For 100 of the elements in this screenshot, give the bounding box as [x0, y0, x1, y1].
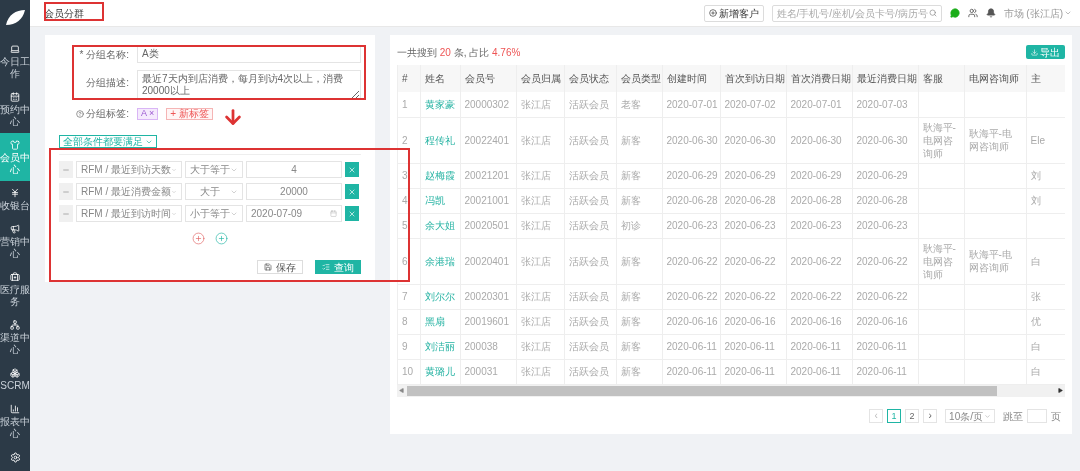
member-name-link[interactable]: 赵梅霞 — [420, 163, 460, 188]
table-cell: 5 — [398, 213, 420, 238]
sidebar-item[interactable]: SCRM — [0, 361, 30, 397]
new-customer-button[interactable]: 新增客户 — [703, 4, 764, 22]
scroll-left-icon[interactable] — [399, 388, 404, 393]
query-button[interactable]: 查询 — [315, 260, 361, 274]
delete-button[interactable] — [345, 162, 359, 177]
sidebar-item[interactable]: 预约中心 — [0, 85, 30, 133]
sidebar-item[interactable]: 今日工作 — [0, 37, 30, 85]
nav-label: 预约中心 — [0, 104, 30, 128]
table-cell: 2020-06-29 — [786, 163, 852, 188]
download-icon — [1031, 48, 1038, 56]
table-cell: 张江店 — [516, 309, 564, 334]
member-name-link[interactable]: 冯凯 — [420, 188, 460, 213]
page-button[interactable]: 1 — [887, 409, 902, 423]
scrollbar-thumb[interactable] — [407, 385, 997, 396]
match-mode-dropdown[interactable]: 全部条件都要满足 — [59, 135, 157, 148]
export-button[interactable]: 导出 — [1026, 45, 1065, 59]
date-field[interactable]: 2020-07-09 — [246, 205, 342, 222]
table-cell: 新客 — [616, 238, 662, 284]
table-cell: 20022401 — [460, 117, 516, 163]
table-cell: 活跃会员 — [564, 117, 616, 163]
close-icon — [348, 165, 356, 174]
people-icon[interactable] — [967, 8, 978, 18]
nav-icon — [10, 368, 20, 378]
table-cell: 白 — [1026, 359, 1065, 384]
table-cell: 活跃会员 — [564, 309, 616, 334]
table-cell: 活跃会员 — [564, 92, 616, 117]
page-button[interactable]: 2 — [905, 409, 920, 423]
add-group-icon[interactable] — [215, 232, 228, 245]
sidebar-item[interactable]: 报表中心 — [0, 397, 30, 445]
table-cell: 2020-06-16 — [662, 309, 720, 334]
table-cell: 8 — [398, 309, 420, 334]
table-cell: 活跃会员 — [564, 359, 616, 384]
table-cell: 2020-06-11 — [852, 359, 918, 384]
member-name-link[interactable]: 程传礼 — [420, 117, 460, 163]
table-cell: 白 — [1026, 334, 1065, 359]
table-cell: 2020-06-16 — [720, 309, 786, 334]
table-cell: 2020-06-23 — [852, 213, 918, 238]
chat-icon[interactable] — [949, 8, 960, 18]
table-cell: 2020-06-22 — [852, 284, 918, 309]
tag-remove[interactable]: × — [149, 106, 155, 121]
caret-icon — [1064, 9, 1072, 17]
page-input[interactable] — [1027, 409, 1047, 423]
table-cell: 耿海平-电网咨询师 — [918, 238, 964, 284]
column-header: 电网咨询师 — [964, 65, 1026, 92]
table-cell: 200038 — [460, 334, 516, 359]
delete-button[interactable] — [345, 184, 359, 199]
member-name-link[interactable]: 余大姐 — [420, 213, 460, 238]
sidebar-item[interactable]: 渠道中心 — [0, 313, 30, 361]
user-menu[interactable]: 市场 (张江店) — [1003, 5, 1072, 21]
remove-condition-button[interactable] — [59, 205, 73, 222]
select-field[interactable]: 大于 — [185, 183, 243, 200]
settings-icon[interactable] — [9, 452, 21, 463]
add-tag-button[interactable]: + 新标签 — [166, 107, 213, 120]
member-name-link[interactable]: 黄璐儿 — [420, 359, 460, 384]
previous-page-button[interactable]: ‹ — [869, 409, 884, 423]
page-size-select[interactable]: 10条/页 — [945, 409, 995, 423]
select-field[interactable]: RFM / 最近到访时间 — [76, 205, 182, 222]
table-cell: 9 — [398, 334, 420, 359]
remove-condition-button[interactable] — [59, 183, 73, 200]
sidebar-item[interactable]: 医疗服务 — [0, 265, 30, 313]
next-page-button[interactable]: › — [923, 409, 938, 423]
table-cell: 新客 — [616, 117, 662, 163]
add-condition-icon[interactable] — [192, 232, 205, 245]
member-name-link[interactable]: 刘洁丽 — [420, 334, 460, 359]
member-name-link[interactable]: 刘尔尔 — [420, 284, 460, 309]
sidebar-item[interactable]: 收银台 — [0, 181, 30, 217]
table-cell: 2020-06-30 — [786, 117, 852, 163]
sidebar-item[interactable]: 营销中心 — [0, 217, 30, 265]
table-cell: 2020-06-22 — [662, 284, 720, 309]
table-cell: 20021001 — [460, 188, 516, 213]
column-header: 最近消费日期 — [852, 65, 918, 92]
table-cell: 2020-06-22 — [852, 238, 918, 284]
sidebar-item[interactable]: 会员中心 — [0, 133, 30, 181]
tag[interactable]: A × — [137, 107, 159, 120]
bell-icon[interactable] — [985, 8, 996, 18]
name-input[interactable]: A类 — [137, 45, 361, 63]
search-field[interactable]: 姓名/手机号/座机/会员卡号/病历号 — [771, 4, 942, 22]
select-field[interactable]: RFM / 最近消费金额 — [76, 183, 182, 200]
delete-button[interactable] — [345, 206, 359, 221]
table-cell: 活跃会员 — [564, 238, 616, 284]
scroll-right-icon[interactable] — [1058, 388, 1063, 393]
value-field[interactable]: 4 — [246, 161, 342, 178]
member-name-link[interactable]: 黑扇 — [420, 309, 460, 334]
table-cell: 活跃会员 — [564, 213, 616, 238]
close-icon — [348, 187, 356, 196]
select-field[interactable]: 大于等于 — [185, 161, 243, 178]
select-field[interactable]: 小于等于 — [185, 205, 243, 222]
select-field[interactable]: RFM / 最近到访天数 — [76, 161, 182, 178]
table-cell: 2020-06-28 — [662, 188, 720, 213]
column-header: 首次消费日期 — [786, 65, 852, 92]
value-field[interactable]: 20000 — [246, 183, 342, 200]
member-name-link[interactable]: 黄家豪 — [420, 92, 460, 117]
table-cell: 2020-06-30 — [662, 117, 720, 163]
member-name-link[interactable]: 余港瑞 — [420, 238, 460, 284]
description-input[interactable]: 最近7天内到店消费，每月到访4次以上，消费20000以上 — [137, 70, 361, 100]
save-button[interactable]: 保存 — [257, 260, 303, 274]
table-cell: 2020-06-16 — [786, 309, 852, 334]
remove-condition-button[interactable] — [59, 161, 73, 178]
